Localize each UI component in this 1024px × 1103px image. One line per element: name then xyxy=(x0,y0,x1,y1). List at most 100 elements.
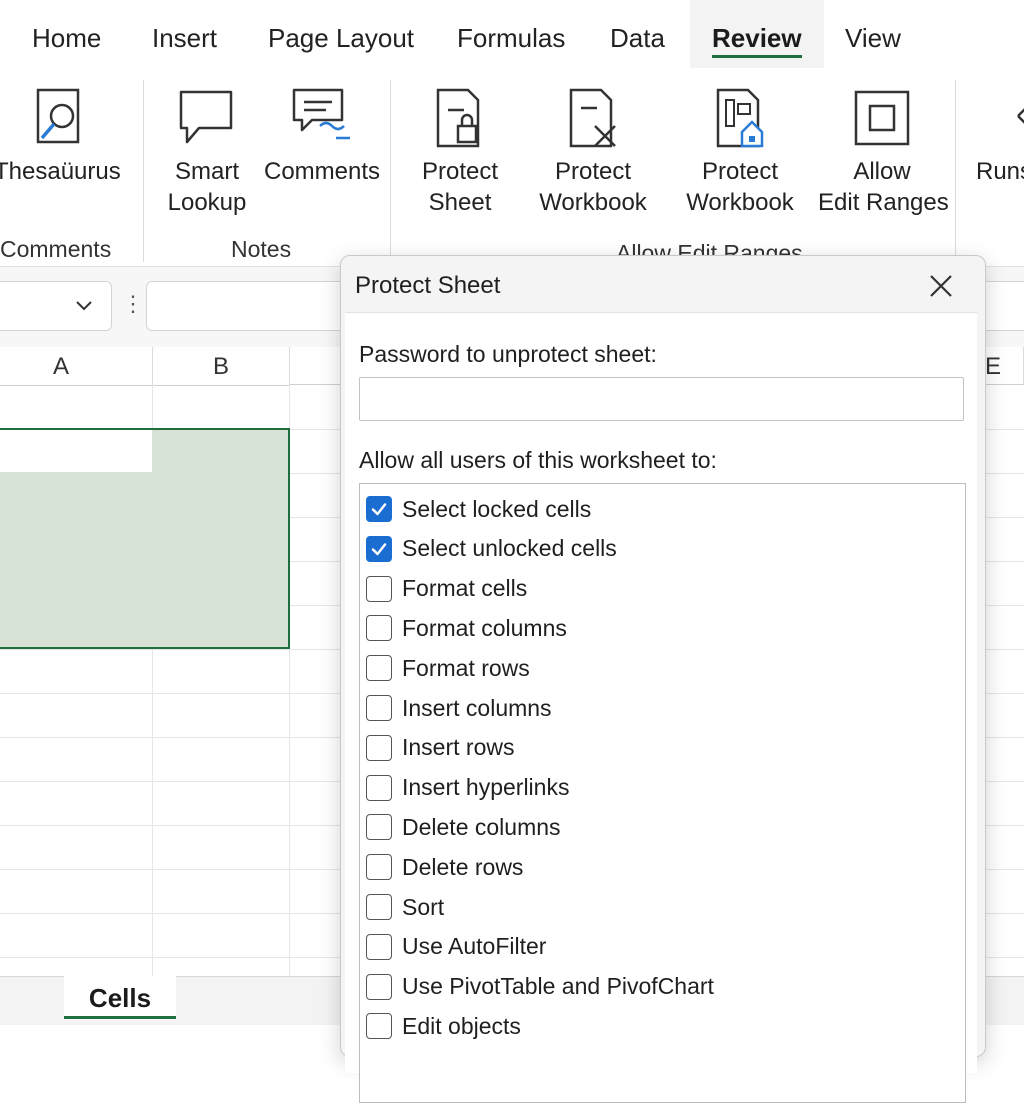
checkmark-icon xyxy=(371,503,387,516)
allow-edit-ranges-icon xyxy=(854,90,910,146)
runs-label: Runs xyxy=(976,158,1024,185)
active-tab-underline xyxy=(712,55,802,58)
permission-option[interactable]: Insert rows xyxy=(366,731,514,765)
tab-data[interactable]: Data xyxy=(610,0,665,68)
permission-label: Select unlocked cells xyxy=(402,535,617,562)
tab-formulas[interactable]: Formulas xyxy=(457,0,565,68)
protect-sheet-label-2: Sheet xyxy=(428,189,492,216)
permission-label: Insert hyperlinks xyxy=(402,774,570,801)
permission-option[interactable]: Edit objects xyxy=(366,1009,521,1043)
tab-review[interactable]: Review xyxy=(690,0,824,68)
active-cell[interactable] xyxy=(0,430,152,472)
checkbox[interactable] xyxy=(366,1013,392,1040)
column-header-a[interactable]: A xyxy=(0,347,153,386)
checkbox[interactable] xyxy=(366,695,392,721)
checkbox[interactable] xyxy=(366,854,392,881)
allow-users-label: Allow all users of this worksheet to: xyxy=(359,447,717,473)
chevron-down-icon[interactable] xyxy=(71,292,97,318)
protect-workbook-structure-button[interactable]: Protect Workbook xyxy=(680,86,800,218)
password-label: Password to unprotect sheet: xyxy=(359,341,657,367)
tab-review-label: Review xyxy=(712,23,802,53)
permission-label: Insert columns xyxy=(402,694,552,721)
checkbox[interactable] xyxy=(366,814,392,841)
dialog-body: Password to unprotect sheet: Allow all u… xyxy=(345,312,977,1103)
protect-sheet-icon xyxy=(436,88,480,148)
smart-lookup-button[interactable]: Smart Lookup xyxy=(158,86,256,218)
tab-view[interactable]: View xyxy=(845,0,901,68)
password-field[interactable] xyxy=(359,377,964,421)
permission-label: Delete columns xyxy=(402,813,561,840)
permission-option[interactable]: Delete columns xyxy=(366,810,561,844)
permission-label: Use AutoFilter xyxy=(402,933,547,960)
permission-option[interactable]: Format rows xyxy=(366,651,530,685)
group-label-notes: Notes xyxy=(231,236,292,262)
ribbon-separator xyxy=(390,80,391,262)
permission-option[interactable]: Insert columns xyxy=(366,691,552,725)
permission-option[interactable]: Delete rows xyxy=(366,850,523,884)
protect-sheet-dialog: Protect Sheet Password to unprotect shee… xyxy=(340,255,986,1103)
checkbox-checked[interactable] xyxy=(366,496,392,522)
protect-sheet-button[interactable]: Protect Sheet xyxy=(412,86,508,218)
protect-sheet-label-1: Protect xyxy=(421,158,499,185)
checkbox[interactable] xyxy=(366,575,392,602)
comments-button[interactable]: Comments xyxy=(262,86,382,187)
thesaurus-button[interactable]: Thesaüurus xyxy=(0,86,121,187)
protect-workbook-icon xyxy=(569,88,616,148)
checkbox[interactable] xyxy=(366,734,392,761)
dialog-title: Protect Sheet xyxy=(355,272,501,299)
permissions-list[interactable]: Select locked cells Select unlocked cells… xyxy=(359,483,966,1103)
close-icon[interactable] xyxy=(927,272,955,300)
permission-label: Select locked cells xyxy=(402,495,592,522)
allow-edit-ranges-button[interactable]: Allow Edit Ranges xyxy=(818,86,949,218)
more-options-icon[interactable]: ⋮ xyxy=(122,291,144,317)
name-box[interactable] xyxy=(0,281,112,331)
protect-workbook-button[interactable]: Protect Workbook xyxy=(534,86,652,218)
workbook-lock-icon xyxy=(716,88,764,148)
permission-label: Edit objects xyxy=(402,1012,521,1039)
permission-option[interactable]: Format cells xyxy=(366,572,527,606)
ribbon-separator xyxy=(143,80,144,262)
protect-workbook-structure-label-2: Workbook xyxy=(686,189,794,216)
checkbox[interactable] xyxy=(366,655,392,682)
permission-option[interactable]: Use AutoFilter xyxy=(366,930,546,964)
protect-workbook-structure-label-1: Protect xyxy=(701,158,779,185)
permission-option[interactable]: Select unlocked cells xyxy=(366,532,617,566)
permission-label: Insert rows xyxy=(402,734,515,761)
ribbon: Thesaüurus Smart Lookup Comments Protect… xyxy=(0,68,1024,267)
checkbox-checked[interactable] xyxy=(366,535,392,562)
runs-icon xyxy=(1017,108,1024,124)
sheet-tab-cells[interactable]: Cells xyxy=(64,976,176,1020)
ribbon-tab-bar: Home Insert Page Layout Formulas Data Re… xyxy=(0,0,1024,69)
permission-label: Delete rows xyxy=(402,853,524,880)
smart-lookup-label-2: Lookup xyxy=(167,189,247,216)
checkbox[interactable] xyxy=(366,933,392,960)
tab-home[interactable]: Home xyxy=(32,0,101,68)
permission-label: Format cells xyxy=(402,575,528,602)
thesaurus-icon xyxy=(36,88,80,144)
permission-label: Format rows xyxy=(402,654,530,681)
permission-option[interactable]: Use PivotTable and PivofChart xyxy=(366,970,714,1004)
ribbon-separator xyxy=(955,80,956,262)
permission-option[interactable]: Sort xyxy=(366,890,444,924)
tab-insert[interactable]: Insert xyxy=(152,0,217,68)
comments-label: Comments xyxy=(263,158,381,185)
permission-label: Format columns xyxy=(402,614,567,641)
permission-label: Use PivotTable and PivofChart xyxy=(402,973,714,1000)
permission-option[interactable]: Insert hyperlinks xyxy=(366,771,569,805)
permission-option[interactable]: Select locked cells xyxy=(366,492,591,526)
allow-edit-ranges-label-2: Edit Ranges xyxy=(818,189,949,216)
thesaurus-label: Thesaüurus xyxy=(0,158,121,185)
checkmark-icon xyxy=(371,543,387,555)
runs-button[interactable]: Runs xyxy=(976,86,1024,187)
smart-lookup-label-1: Smart xyxy=(174,158,239,185)
checkbox[interactable] xyxy=(366,894,392,920)
column-header-b[interactable]: B xyxy=(153,347,290,386)
protect-workbook-label-1: Protect xyxy=(554,158,632,185)
group-label-comments: Comments xyxy=(0,236,112,262)
checkbox[interactable] xyxy=(366,774,392,801)
permission-option[interactable]: Format columns xyxy=(366,611,567,645)
checkbox[interactable] xyxy=(366,615,392,642)
tab-page-layout[interactable]: Page Layout xyxy=(268,0,414,68)
sheet-tab-underline xyxy=(64,1016,176,1019)
checkbox[interactable] xyxy=(366,973,392,1000)
